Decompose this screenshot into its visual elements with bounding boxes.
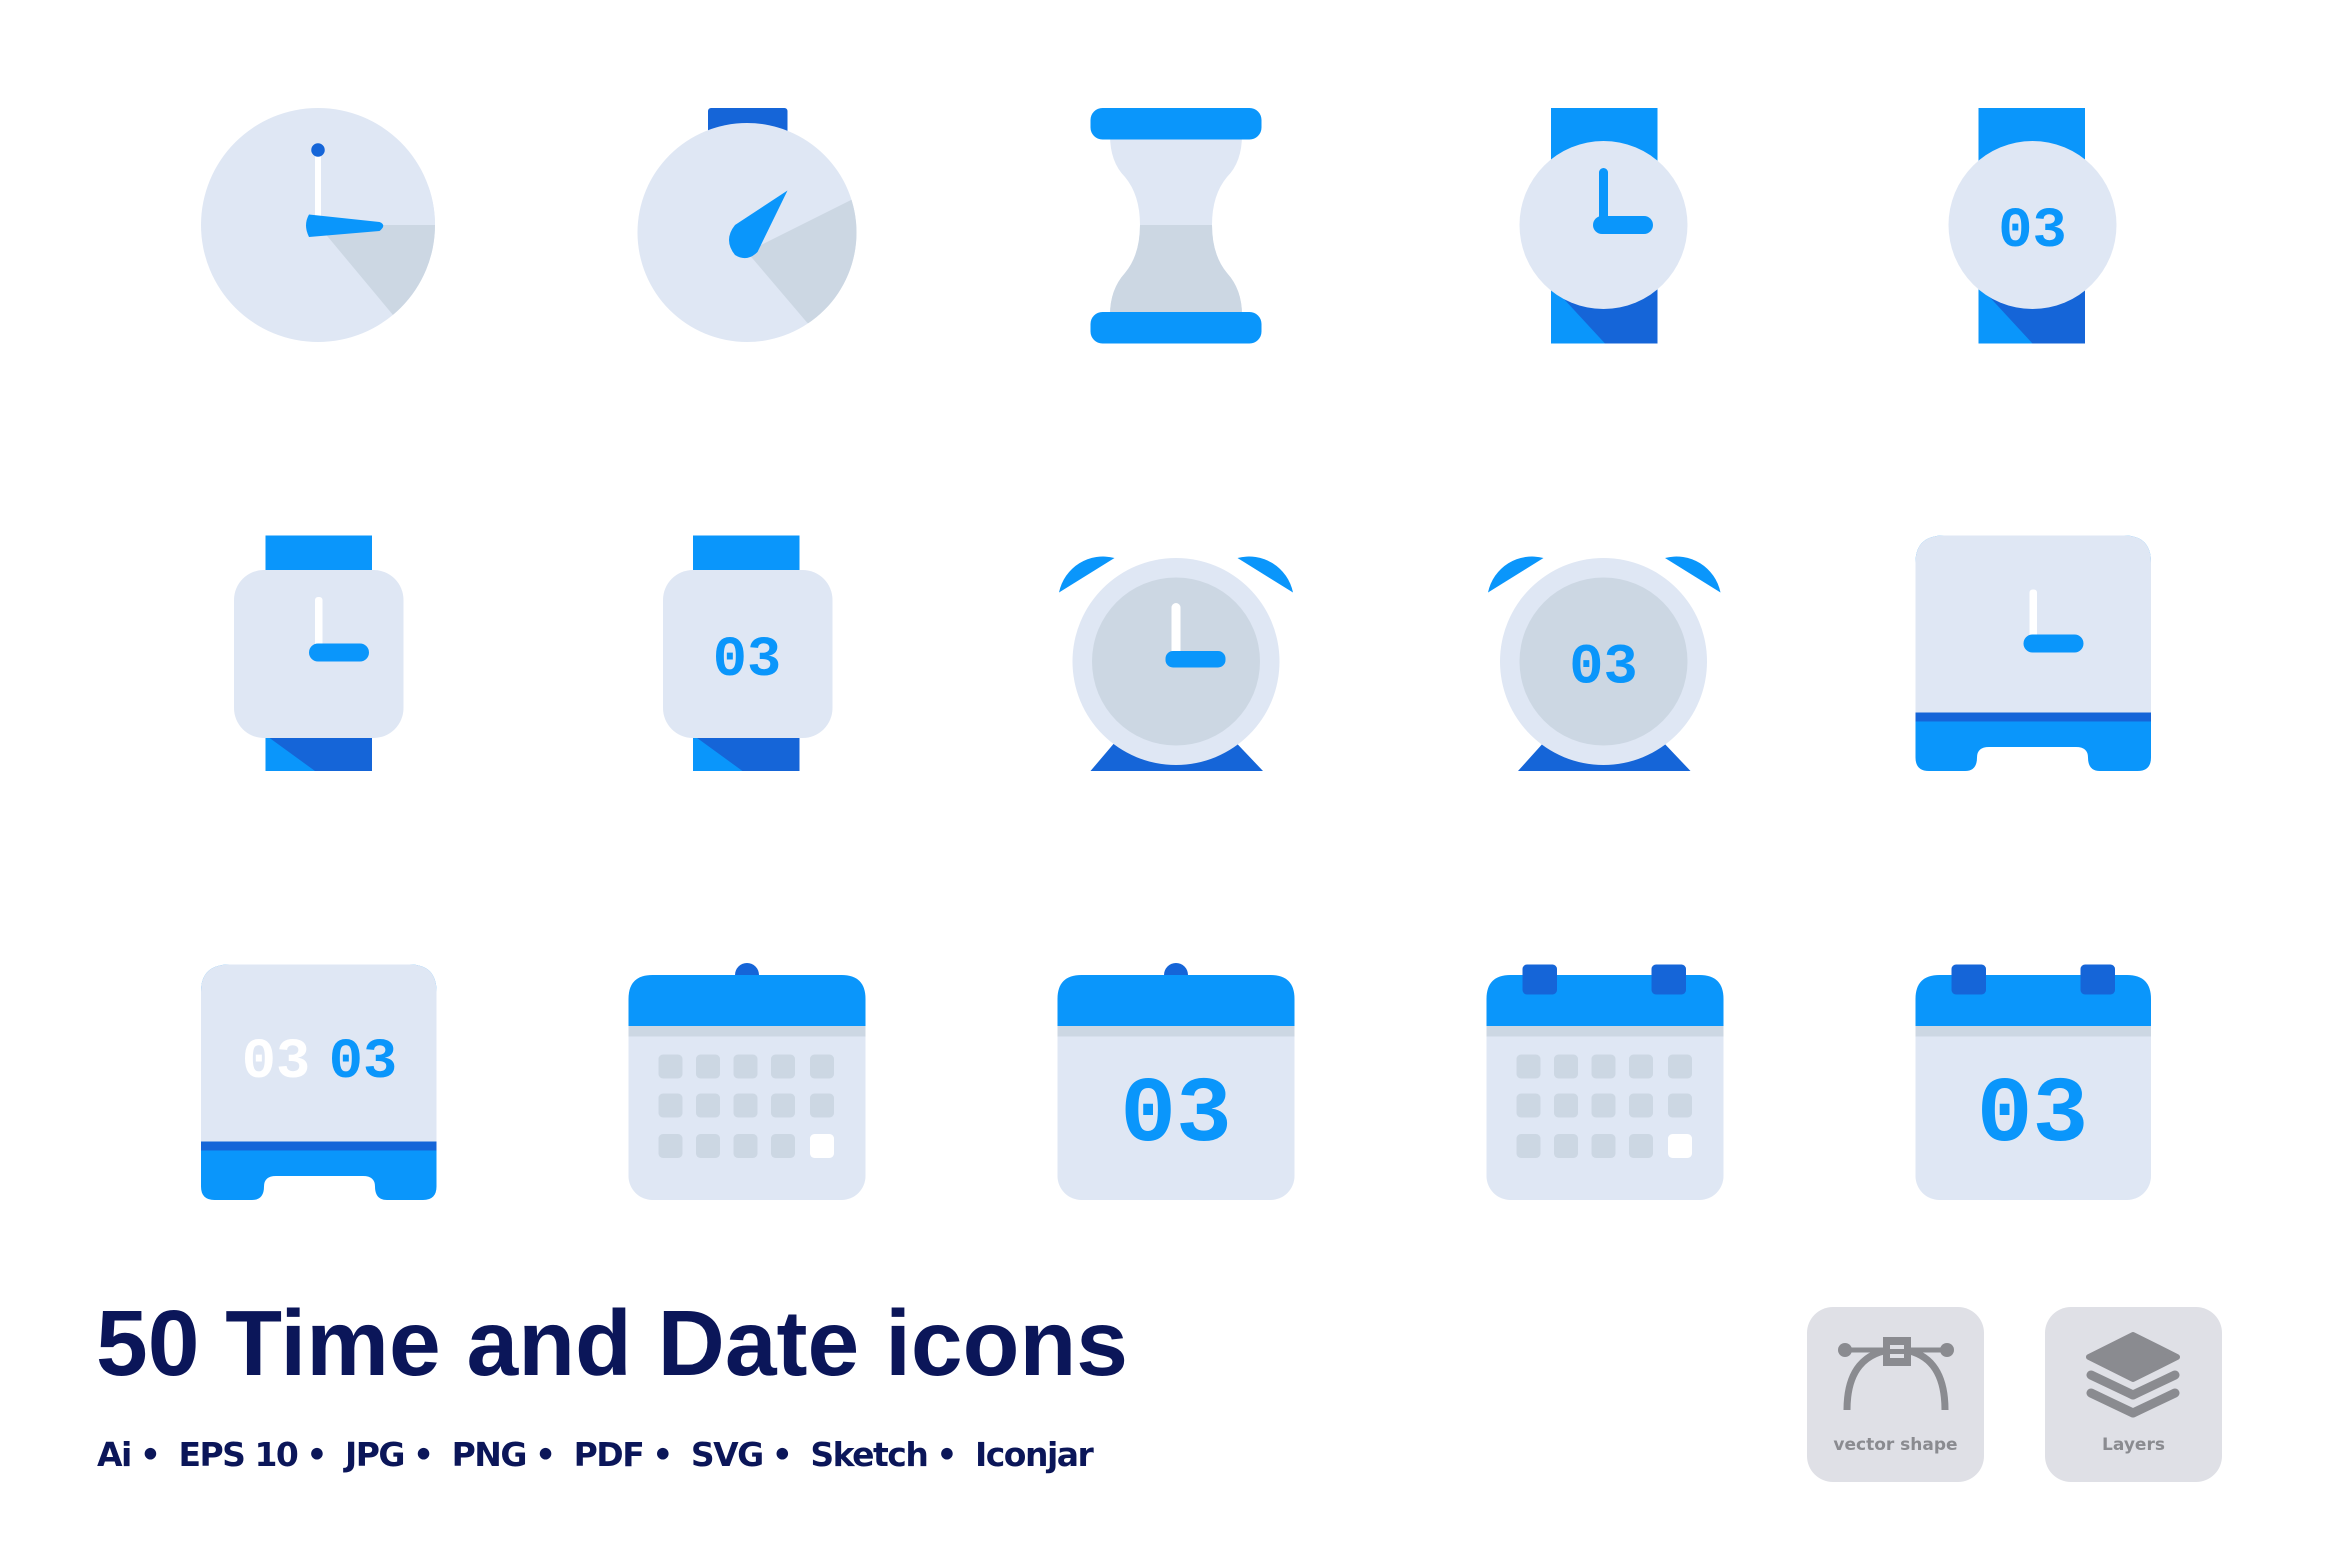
vector-shape-icon [1838, 1337, 1954, 1411]
digits-label: 03 [1569, 637, 1637, 701]
calendar-grid-icon [628, 963, 866, 1200]
format-jpg: JPG [344, 1435, 406, 1474]
vector-shape-label: vector shape [1833, 1435, 1958, 1455]
icon-set-preview: 03 03 03 03 03 03 03 50 Time and Date ic… [0, 0, 2340, 1560]
page-title: 50 Time and Date icons [96, 1291, 1128, 1395]
hourglass-icon [1090, 108, 1262, 344]
wristwatch-digital-icon: 03 [1948, 108, 2117, 344]
format-sketch: Sketch [810, 1435, 929, 1474]
digits-label: 03 [329, 1031, 397, 1095]
file-formats: Ai • EPS 10 • JPG • PNG • PDF • SVG • Sketch • … [97, 1435, 1094, 1474]
digits-label: 03 [1998, 200, 2066, 264]
format-png: PNG [451, 1435, 528, 1474]
format-eps: EPS 10 [178, 1435, 298, 1474]
digits-label: 03 [713, 629, 781, 693]
layers-badge: Layers [2045, 1307, 2222, 1482]
format-iconjar: Iconjar [974, 1435, 1094, 1474]
layers-label: Layers [2102, 1435, 2165, 1455]
stopwatch-icon [637, 108, 857, 342]
calendar-rings-grid-icon [1486, 964, 1724, 1200]
format-ai: Ai [97, 1435, 132, 1474]
smartwatch-analog-icon [234, 535, 404, 771]
format-pdf: PDF [573, 1435, 645, 1474]
clock-icon [201, 108, 435, 342]
format-svg: SVG [690, 1435, 764, 1474]
layers-icon [2086, 1332, 2180, 1418]
desk-clock-digital-icon: 03 03 [201, 964, 437, 1200]
desk-clock-analog-icon [1915, 535, 2151, 771]
digits-label: 03 [1120, 1063, 1232, 1168]
digits-dim-label: 03 [242, 1031, 310, 1095]
wristwatch-analog-icon [1519, 108, 1688, 344]
smartwatch-digital-icon: 03 [663, 535, 833, 771]
digits-label: 03 [1977, 1063, 2089, 1168]
calendar-date-icon: 03 [1057, 963, 1295, 1200]
vector-shape-badge: vector shape [1807, 1307, 1984, 1482]
alarm-clock-digital-icon: 03 [1488, 556, 1721, 771]
calendar-rings-date-icon: 03 [1915, 964, 2151, 1200]
alarm-clock-analog-icon [1059, 556, 1293, 771]
